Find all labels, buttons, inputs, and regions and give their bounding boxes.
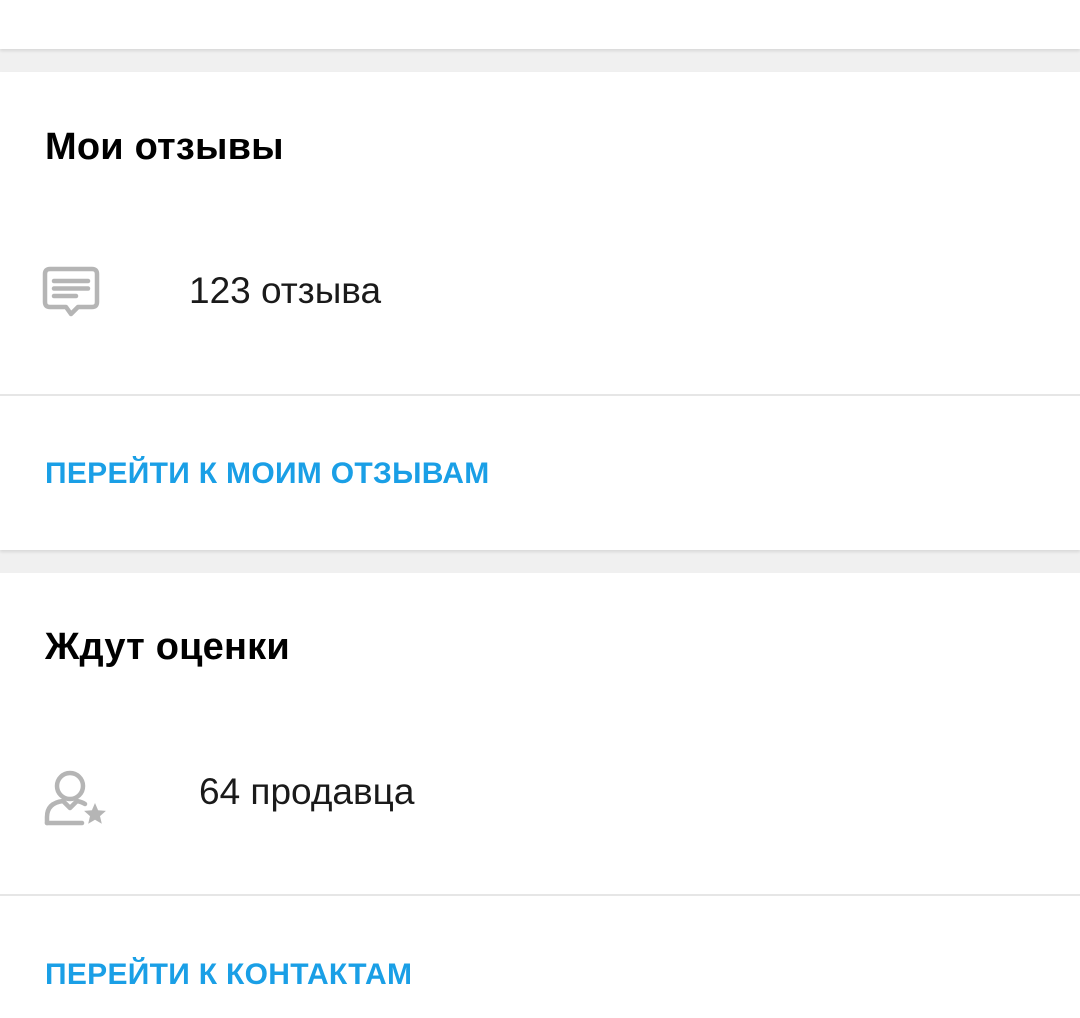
my-reviews-card: Мои отзывы 123 отзыва ПЕРЕЙТИ К МОИМ ОТЗ…	[0, 72, 1080, 550]
divider	[0, 394, 1080, 396]
reviews-count: 123 отзыва	[189, 270, 382, 311]
reviews-count-row: 123 отзыва	[0, 254, 1080, 334]
user-star-icon	[42, 765, 112, 827]
my-reviews-title: Мои отзывы	[45, 126, 284, 168]
awaiting-rating-card: Ждут оценки 64 продавца ПЕРЕЙТИ К КОНТАК…	[0, 573, 1080, 1018]
sellers-count-row: 64 продавца	[0, 755, 1080, 835]
go-to-contacts-link[interactable]: ПЕРЕЙТИ К КОНТАКТАМ	[45, 958, 412, 992]
awaiting-rating-title: Ждут оценки	[45, 626, 290, 668]
go-to-my-reviews-link[interactable]: ПЕРЕЙТИ К МОИМ ОТЗЫВАМ	[45, 457, 490, 491]
chat-message-icon	[42, 264, 112, 326]
previous-card	[0, 0, 1080, 49]
divider	[0, 894, 1080, 896]
sellers-count: 64 продавца	[199, 771, 415, 812]
